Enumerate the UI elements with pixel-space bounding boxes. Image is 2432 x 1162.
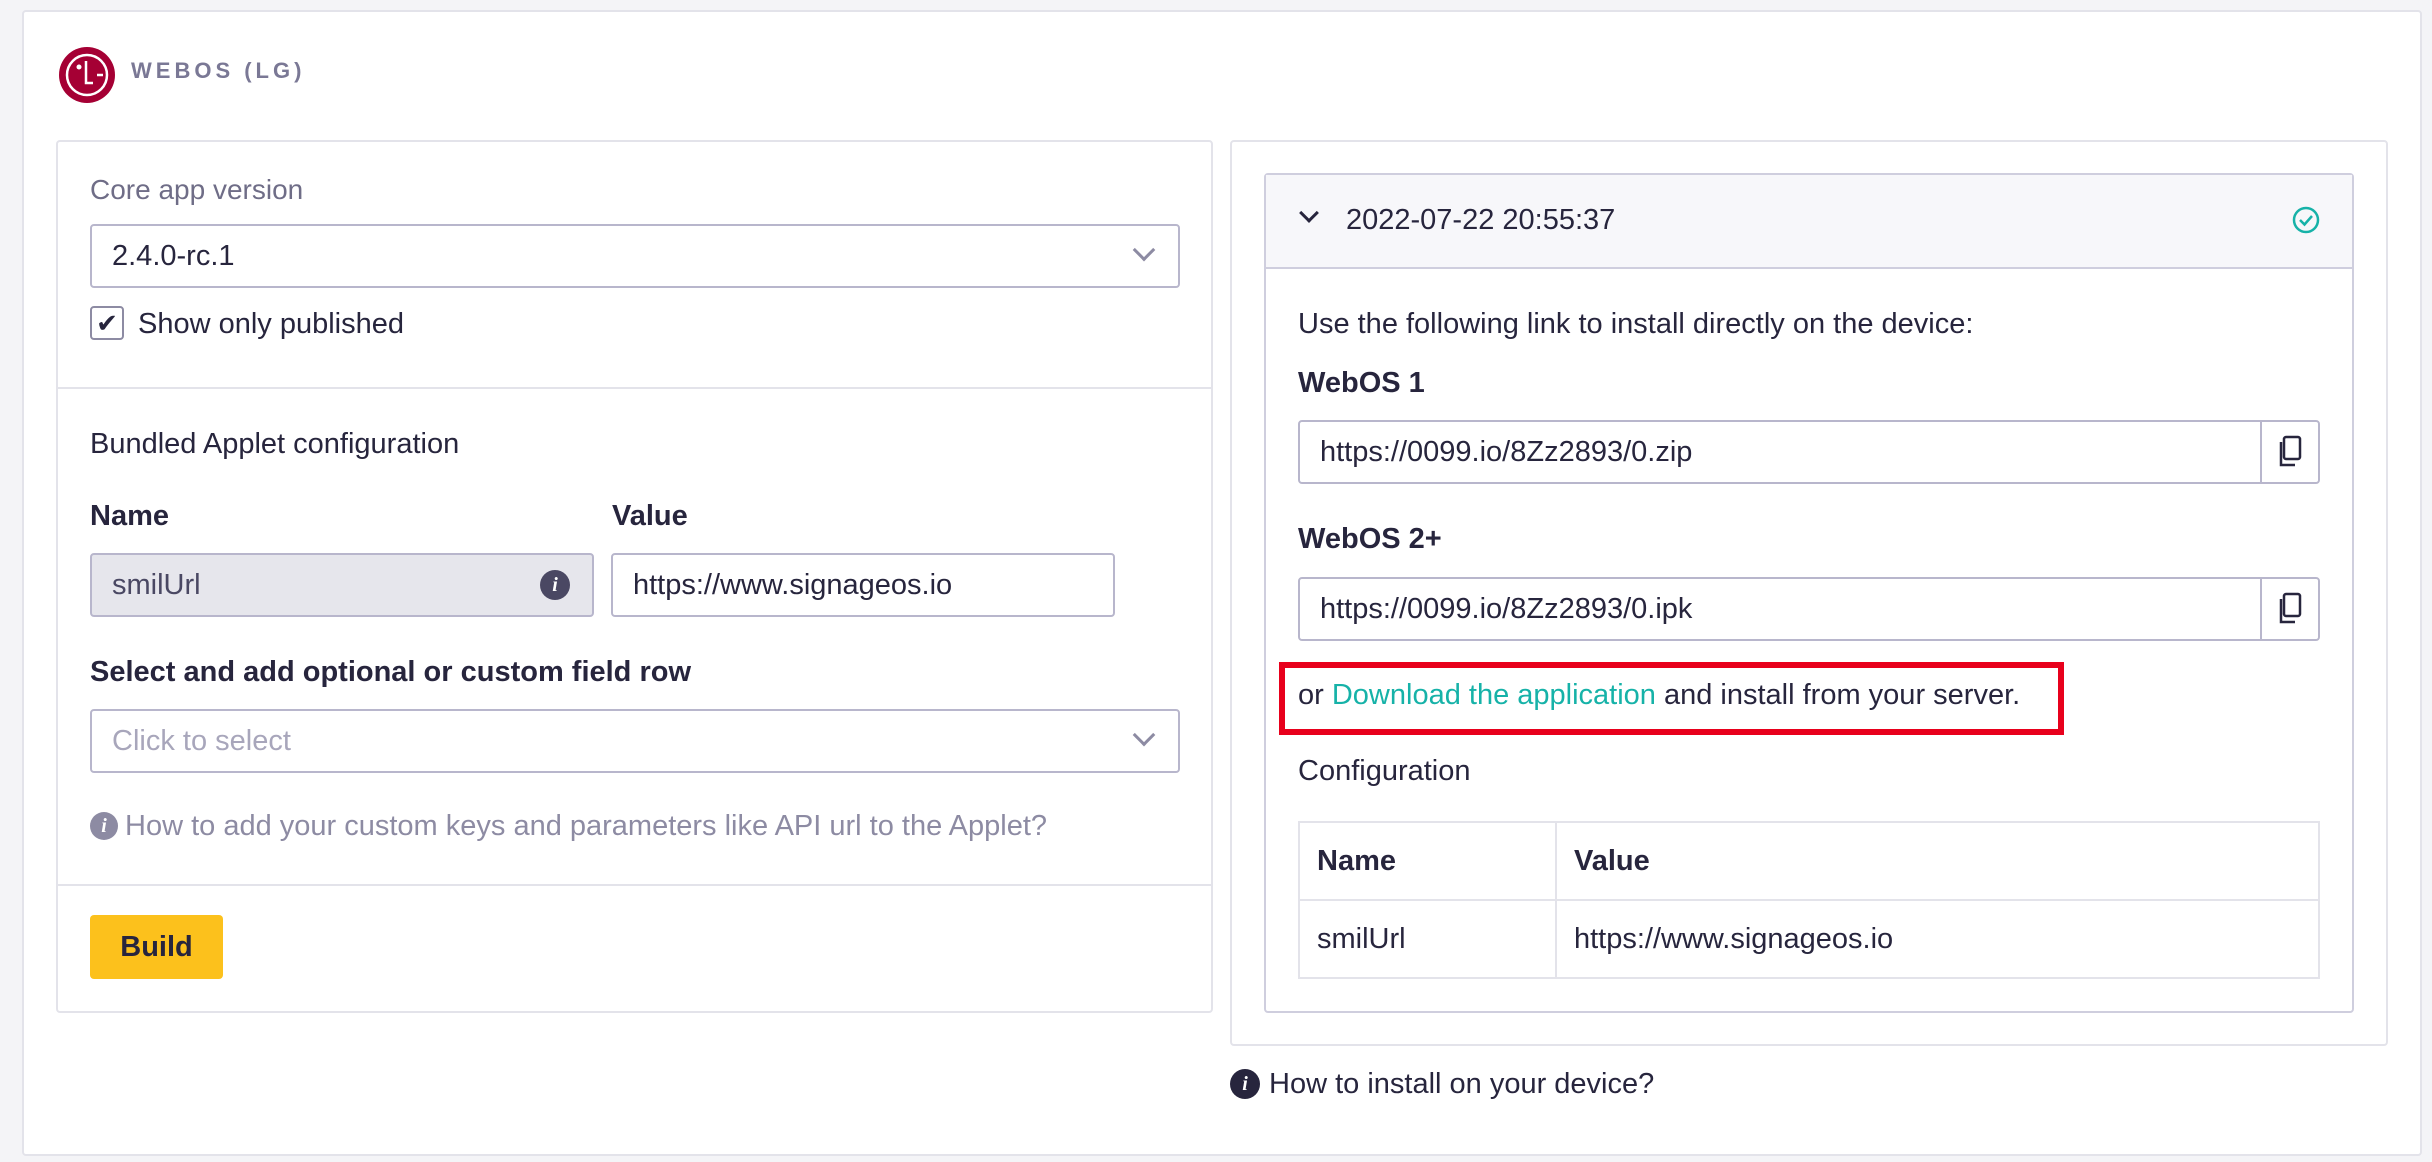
table-header-name: Name (1298, 821, 1557, 901)
applet-value-input[interactable]: https://www.signageos.io (611, 553, 1115, 617)
configuration-table: Name Value smilUrl https://www.signageos… (1298, 821, 2320, 979)
webos1-label: WebOS 1 (1298, 367, 1425, 399)
core-version-value: 2.4.0-rc.1 (112, 239, 235, 272)
custom-field-select[interactable]: Click to select (90, 709, 1180, 773)
name-column-header: Name (90, 500, 169, 532)
copy-webos1-button[interactable] (2260, 420, 2318, 484)
webos2-url-field[interactable]: https://0099.io/8Zz2893/0.ipk (1298, 577, 2320, 641)
install-intro-text: Use the following link to install direct… (1298, 308, 1974, 340)
configuration-title: Configuration (1298, 755, 1471, 787)
core-version-label: Core app version (90, 174, 304, 205)
table-cell-name: smilUrl (1298, 899, 1557, 979)
applet-value-text: https://www.signageos.io (633, 568, 953, 601)
copy-icon (2279, 592, 2302, 624)
table-header-row: Name Value (1298, 821, 2320, 901)
show-published-checkbox[interactable]: ✔ (90, 306, 124, 340)
platform-title: WEBOS (LG) (131, 58, 306, 83)
copy-icon (2279, 435, 2302, 467)
install-help-link[interactable]: How to install on your device? (1269, 1068, 1654, 1101)
download-line: or Download the application and install … (1298, 679, 2020, 712)
bundled-section-title: Bundled Applet configuration (90, 428, 460, 460)
chevron-down-icon (1132, 723, 1156, 747)
applet-name-field: smilUrl i (90, 553, 594, 617)
download-suffix: and install from your server. (1663, 679, 2021, 711)
divider (58, 387, 1211, 389)
info-icon: i (1230, 1069, 1260, 1099)
value-column-header: Value (612, 500, 688, 532)
webos2-label: WebOS 2+ (1298, 523, 1442, 555)
custom-keys-help-link[interactable]: How to add your custom keys and paramete… (125, 810, 1047, 843)
applet-name-value: smilUrl (112, 568, 201, 601)
table-row: smilUrl https://www.signageos.io (1298, 899, 2320, 979)
table-header-value: Value (1555, 821, 2320, 901)
info-icon: i (90, 812, 118, 840)
download-application-link[interactable]: Download the application (1332, 679, 1656, 711)
webos1-url-field[interactable]: https://0099.io/8Zz2893/0.zip (1298, 420, 2320, 484)
custom-field-label: Select and add optional or custom field … (90, 656, 692, 688)
divider (58, 884, 1211, 886)
build-timestamp: 2022-07-22 20:55:37 (1346, 204, 1616, 236)
lg-logo-icon (59, 47, 115, 103)
show-published-label: Show only published (138, 308, 405, 340)
chevron-down-icon (1132, 238, 1156, 262)
info-icon[interactable]: i (540, 570, 570, 600)
download-prefix: or (1298, 679, 1324, 711)
build-button[interactable]: Build (90, 915, 223, 979)
webos1-url: https://0099.io/8Zz2893/0.zip (1320, 435, 1693, 468)
core-version-select[interactable]: 2.4.0-rc.1 (90, 224, 1180, 288)
success-check-icon (2291, 205, 2321, 235)
copy-webos2-button[interactable] (2260, 577, 2318, 641)
webos2-url: https://0099.io/8Zz2893/0.ipk (1320, 592, 1693, 625)
custom-field-placeholder: Click to select (112, 724, 291, 757)
table-cell-value: https://www.signageos.io (1555, 899, 2320, 979)
